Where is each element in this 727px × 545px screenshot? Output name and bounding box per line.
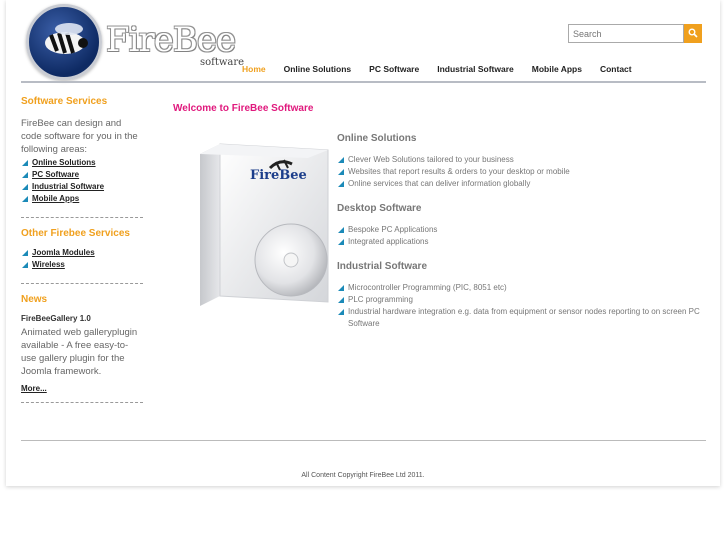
other-services-heading: Other Firebee Services xyxy=(21,228,130,239)
search-box xyxy=(568,24,702,43)
sidebar-link-pc-software[interactable]: PC Software xyxy=(21,169,143,181)
nav-divider xyxy=(21,81,706,83)
online-solutions-list: Clever Web Solutions tailored to your bu… xyxy=(337,154,707,190)
list-item: Bespoke PC Applications xyxy=(337,224,707,236)
online-solutions-heading: Online Solutions xyxy=(337,133,417,144)
list-item: Integrated applications xyxy=(337,236,707,248)
list-item: Websites that report results & orders to… xyxy=(337,166,707,178)
page-container: FireBee software Home Online Solutions P… xyxy=(6,0,720,486)
nav-online-solutions[interactable]: Online Solutions xyxy=(284,64,352,78)
bee-logo-icon xyxy=(26,4,102,80)
list-item: Industrial hardware integration e.g. dat… xyxy=(337,306,707,330)
software-services-heading: Software Services xyxy=(21,96,108,107)
sidebar-divider xyxy=(21,402,143,403)
software-services-list: Online Solutions PC Software Industrial … xyxy=(21,157,143,205)
sidebar-link-online-solutions[interactable]: Online Solutions xyxy=(21,157,143,169)
welcome-heading: Welcome to FireBee Software xyxy=(173,103,314,114)
news-more-link[interactable]: More... xyxy=(21,384,47,393)
news-heading: News xyxy=(21,294,48,305)
nav-home[interactable]: Home xyxy=(242,64,266,78)
software-box-image: FireBee xyxy=(188,140,338,315)
site-logo[interactable]: FireBee software xyxy=(26,4,246,82)
brand-name: FireBee xyxy=(106,20,236,60)
services-column: Online Solutions Clever Web Solutions ta… xyxy=(337,133,707,343)
list-item: Microcontroller Programming (PIC, 8051 e… xyxy=(337,282,707,294)
nav-pc-software[interactable]: PC Software xyxy=(369,64,419,78)
industrial-software-heading: Industrial Software xyxy=(337,261,428,272)
search-input[interactable] xyxy=(568,24,684,43)
news-item-title: FireBeeGallery 1.0 xyxy=(21,314,91,323)
other-services-list: Joomla Modules Wireless xyxy=(21,247,143,271)
sidebar-divider xyxy=(21,217,143,218)
sidebar-link-wireless[interactable]: Wireless xyxy=(21,259,143,271)
software-services-intro: FireBee can design and code software for… xyxy=(21,118,138,155)
news-item-body: Animated web galleryplugin available - A… xyxy=(21,327,138,377)
nav-contact[interactable]: Contact xyxy=(600,64,632,78)
sidebar-divider xyxy=(21,283,143,284)
desktop-software-list: Bespoke PC Applications Integrated appli… xyxy=(337,224,707,248)
list-item: Clever Web Solutions tailored to your bu… xyxy=(337,154,707,166)
brand-subtitle: software xyxy=(200,57,245,68)
sidebar: Software Services FireBee can design and… xyxy=(21,96,143,413)
search-icon xyxy=(688,28,698,38)
industrial-software-list: Microcontroller Programming (PIC, 8051 e… xyxy=(337,282,707,330)
box-brand-label: FireBee xyxy=(250,168,307,183)
nav-mobile-apps[interactable]: Mobile Apps xyxy=(532,64,582,78)
sidebar-link-mobile-apps[interactable]: Mobile Apps xyxy=(21,193,143,205)
copyright-text: All Content Copyright FireBee Ltd 2011. xyxy=(301,472,425,479)
sidebar-link-industrial-software[interactable]: Industrial Software xyxy=(21,181,143,193)
list-item: PLC programming xyxy=(337,294,707,306)
search-button[interactable] xyxy=(684,24,702,43)
desktop-software-heading: Desktop Software xyxy=(337,203,422,214)
nav-industrial-software[interactable]: Industrial Software xyxy=(437,64,514,78)
footer-divider xyxy=(21,440,706,441)
sidebar-link-joomla-modules[interactable]: Joomla Modules xyxy=(21,247,143,259)
list-item: Online services that can deliver informa… xyxy=(337,178,707,190)
main-nav: Home Online Solutions PC Software Indust… xyxy=(242,64,650,78)
